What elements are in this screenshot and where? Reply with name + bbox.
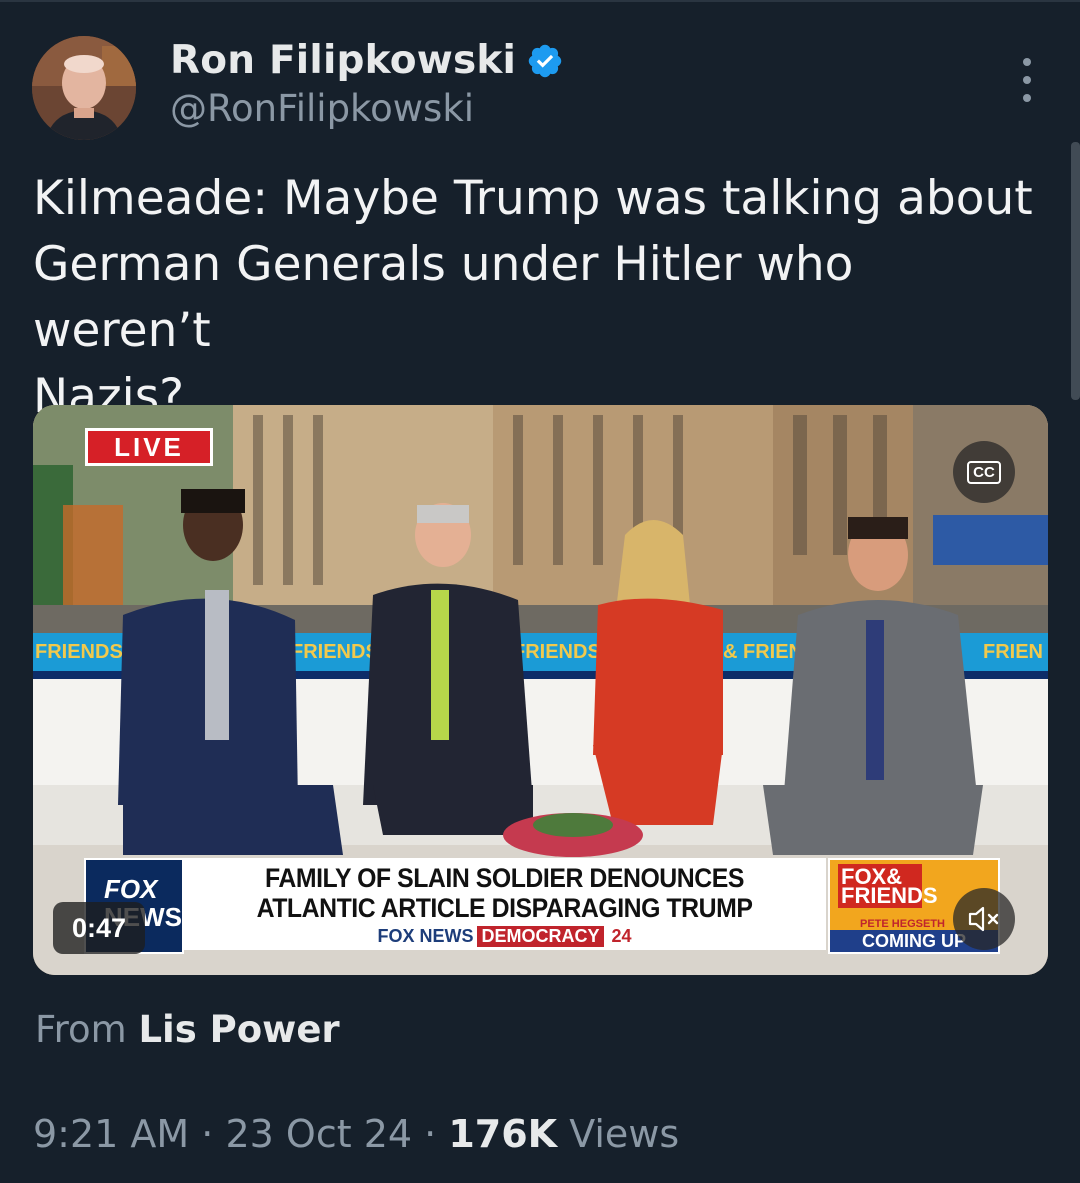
svg-text:FRIEN: FRIEN [983,641,1043,663]
tweet-meta: 9:21 AM · 23 Oct 24 · 176K Views [33,1112,679,1156]
tweet-text: Kilmeade: Maybe Trump was talking about … [33,166,1043,430]
video-player[interactable]: FRIENDS FRIENDS FRIENDS & FRIENDS FRIEN [33,405,1048,975]
attribution-prefix: From [35,1008,127,1051]
chyron-sub-year: 24 [611,925,632,946]
tweet-text-line: German Generals under Hitler who weren’t [33,237,854,358]
news-chyron: FAMILY OF SLAIN SOLDIER DENOUNCES ATLANT… [183,858,826,950]
show-logo-line: FRIENDS [841,883,938,908]
cc-icon: CC [967,460,1001,484]
meta-separator: · [424,1112,437,1156]
more-dot [1023,58,1031,66]
author-display-name[interactable]: Ron Filipkowski [170,38,516,83]
logo-text: FOX [104,874,158,904]
svg-text:FRIENDS: FRIENDS [35,641,123,663]
chyron-subline: FOX NEWS DEMOCRACY 24 [183,925,826,947]
svg-text:FRIENDS: FRIENDS [291,641,379,663]
more-dot [1023,76,1031,84]
chyron-sub-tag: DEMOCRACY [477,925,604,947]
top-divider [0,0,1080,2]
source-attribution[interactable]: From Lis Power [35,1008,340,1051]
user-avatar-photo [32,36,136,140]
scrollbar-thumb[interactable] [1071,142,1080,400]
meta-separator: · [201,1112,214,1156]
author-handle[interactable]: @RonFilipkowski [170,87,474,130]
mute-button[interactable] [953,888,1015,950]
tweet-text-line: Kilmeade: Maybe Trump was talking about [33,171,1033,226]
video-timecode: 0:47 [53,902,145,954]
chyron-sub-brand: FOX NEWS [377,925,474,946]
guest-name: PETE HEGSETH [860,918,945,930]
chyron-headline: FAMILY OF SLAIN SOLDIER DENOUNCES ATLANT… [209,863,801,923]
tweet-date[interactable]: 23 Oct 24 [225,1112,412,1156]
author-name-row[interactable]: Ron Filipkowski [170,38,564,83]
chyron-headline-line: FAMILY OF SLAIN SOLDIER DENOUNCES [265,863,744,893]
author-avatar[interactable] [32,36,136,140]
more-dot [1023,94,1031,102]
speaker-muted-icon [968,906,999,932]
tweet-time[interactable]: 9:21 AM [33,1112,189,1156]
chyron-headline-line: ATLANTIC ARTICLE DISPARAGING TRUMP [256,893,753,923]
views-label: Views [569,1112,680,1156]
svg-text:FRIENDS: FRIENDS [513,641,601,663]
fox-friends-logo: FOX& FRIENDS [838,864,938,908]
live-badge: LIVE [85,428,213,466]
attribution-source[interactable]: Lis Power [138,1008,339,1051]
more-options-icon[interactable] [1012,58,1042,102]
views-count[interactable]: 176K [448,1112,557,1156]
closed-captions-button[interactable]: CC [953,441,1015,503]
verified-badge-icon [528,44,562,77]
